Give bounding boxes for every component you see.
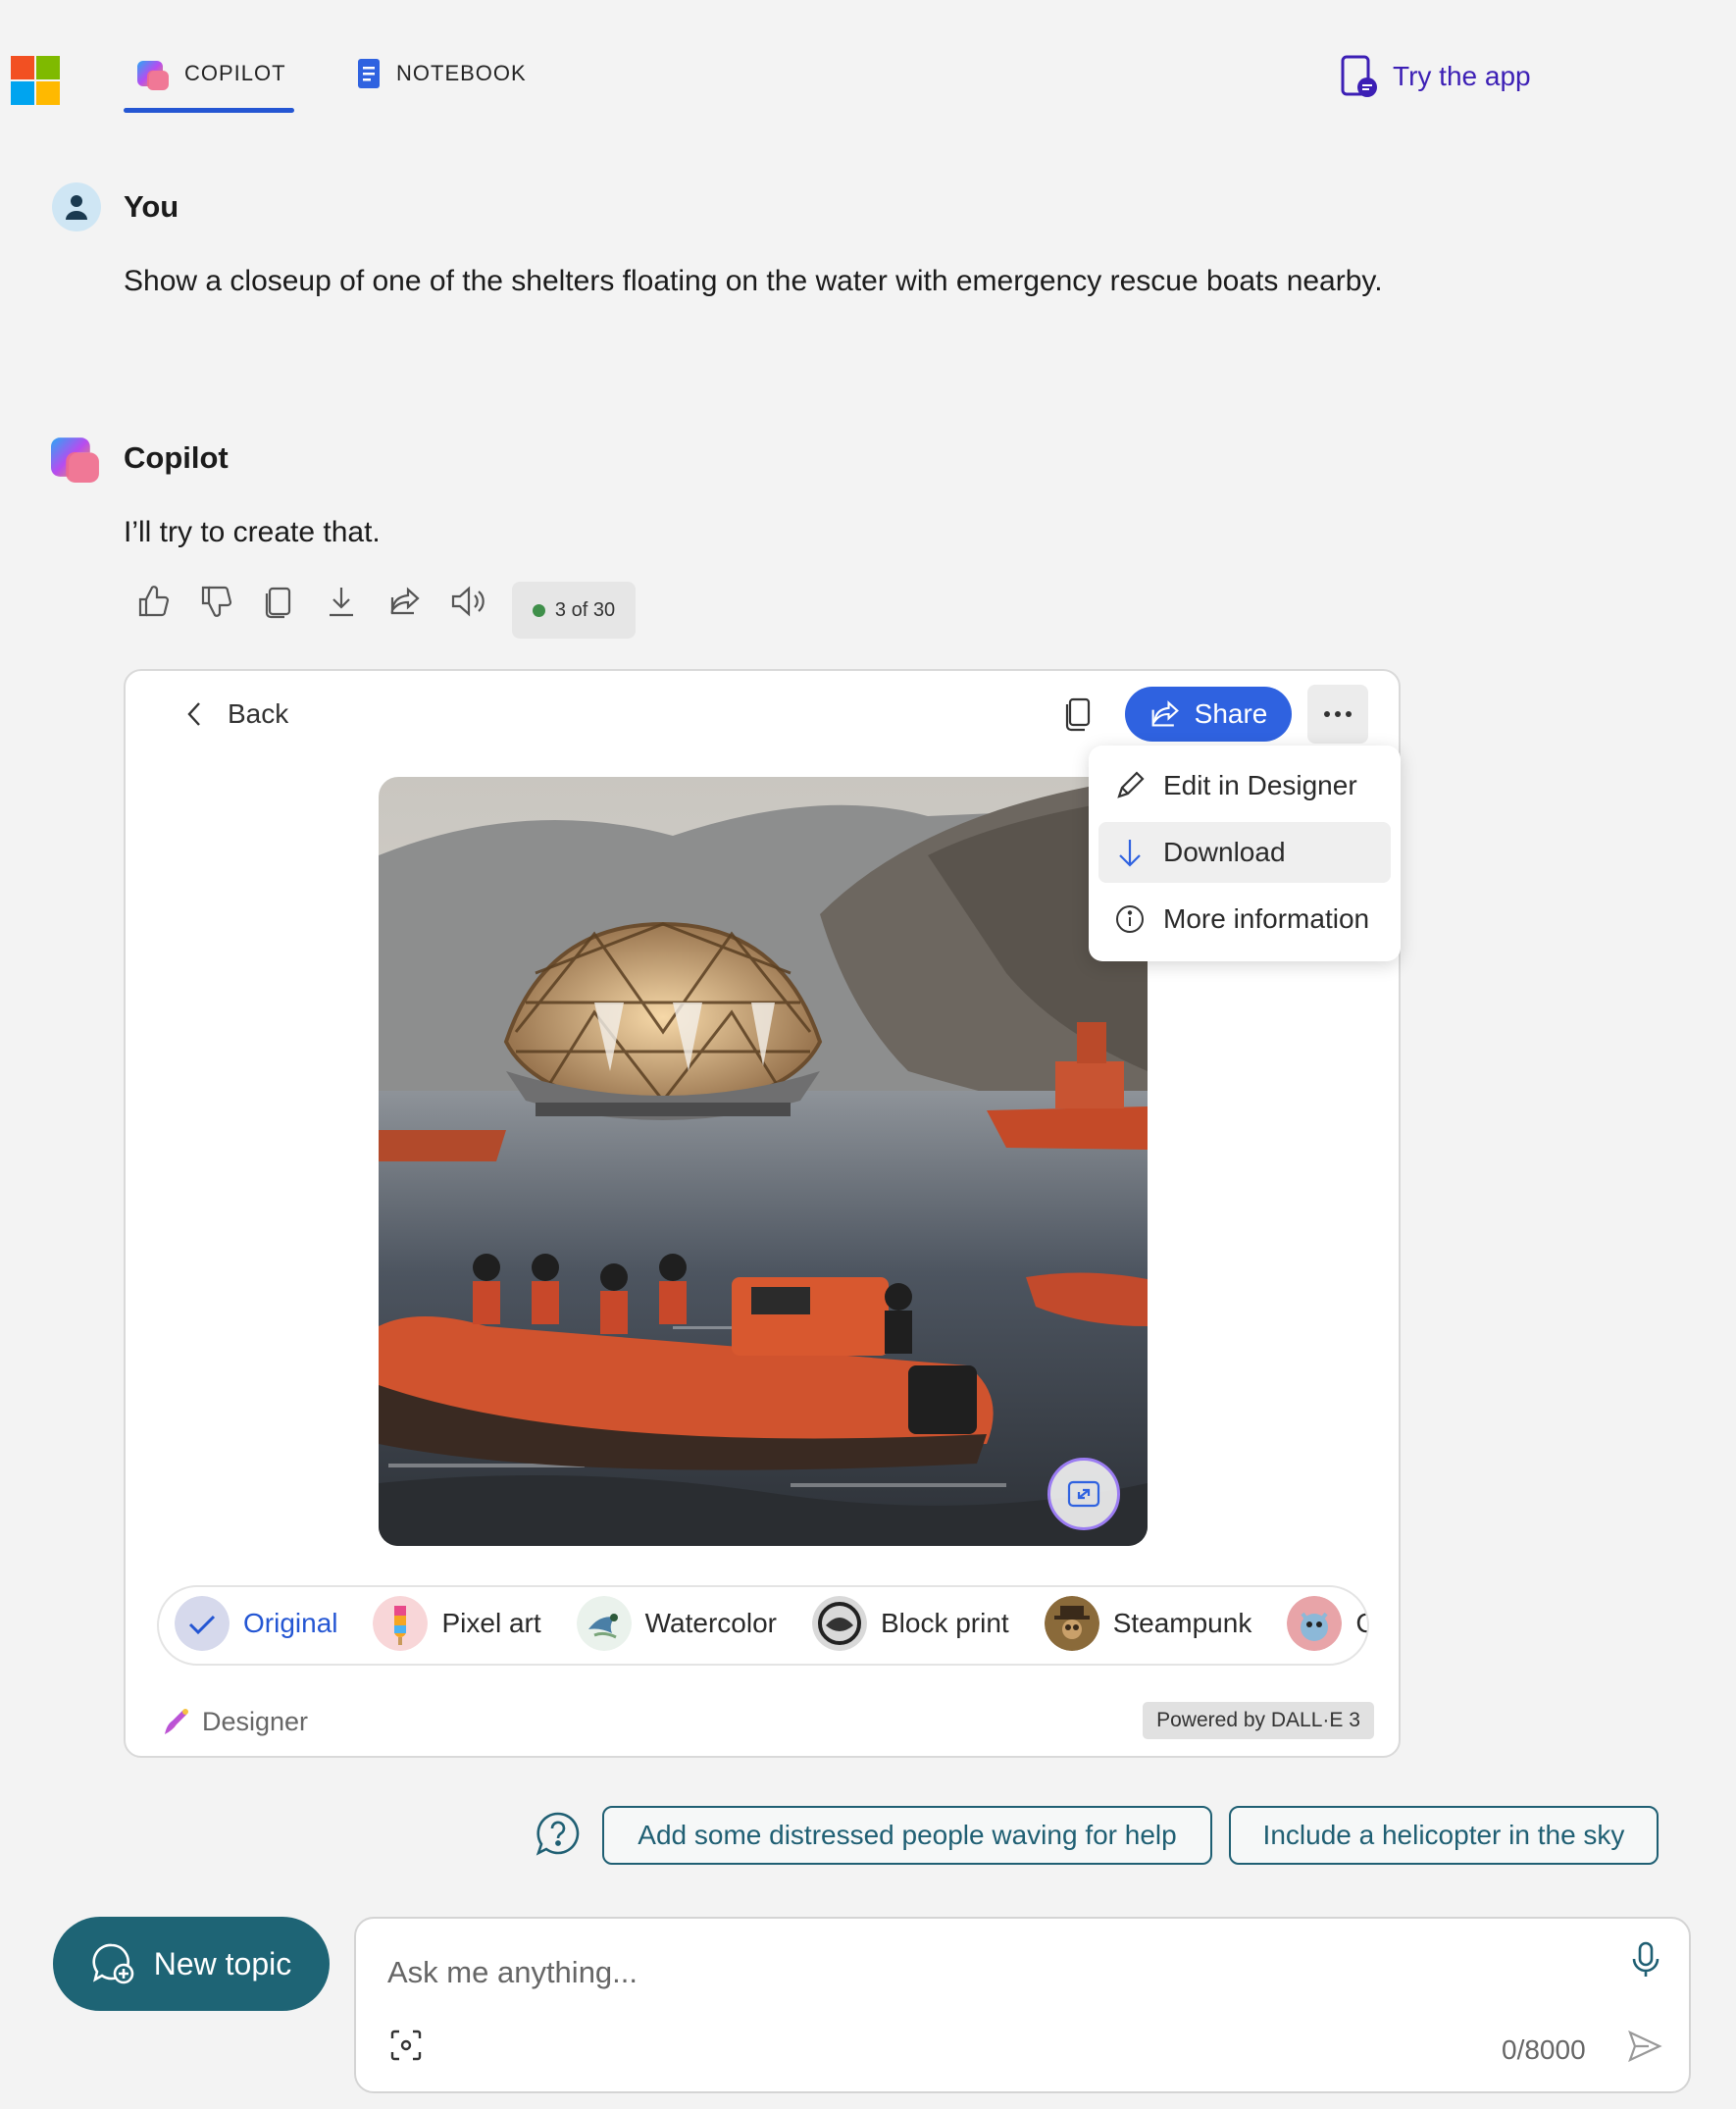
image-counter-label: 3 of 30 [554,598,616,621]
menu-item-label: Download [1163,837,1286,867]
style-label: Pixel art [441,1608,541,1638]
visual-search-icon[interactable] [389,2029,423,2062]
help-icon[interactable] [536,1811,581,1856]
style-chip-claymation[interactable]: Cla [1287,1596,1367,1651]
notebook-icon [355,57,383,90]
image-counter-badge: 3 of 30 [512,582,636,639]
style-selector: Original Pixel art Watercolor Block prin… [157,1585,1369,1666]
character-count: 0/8000 [1502,2034,1586,2065]
info-icon [1114,903,1146,935]
share-icon[interactable] [386,584,422,619]
style-chip-pixel-art[interactable]: Pixel art [373,1596,541,1651]
watercolor-thumbnail-icon [576,1596,632,1651]
suggestion-chip[interactable]: Add some distressed people waving for he… [602,1806,1212,1865]
style-label: Watercolor [644,1608,777,1638]
new-chat-icon [91,1941,136,1986]
thumbs-down-icon[interactable] [198,584,233,619]
style-chip-steampunk[interactable]: Steampunk [1044,1596,1252,1651]
share-icon [1149,699,1181,729]
checkmark-icon [175,1596,230,1651]
speaker-icon[interactable] [449,584,485,619]
chevron-left-icon [186,700,202,728]
copilot-sender-name: Copilot [124,440,229,475]
tab-notebook-label: NOTEBOOK [396,61,527,85]
block-print-thumbnail-icon [811,1596,867,1651]
menu-item-download[interactable]: Download [1098,822,1391,883]
style-label: Cla [1355,1608,1367,1639]
pixel-art-thumbnail-icon [373,1596,429,1651]
copy-icon[interactable] [261,584,296,619]
clay-thumbnail-icon [1287,1596,1343,1651]
suggestion-chip[interactable]: Include a helicopter in the sky [1229,1806,1659,1865]
style-label: Original [243,1608,338,1638]
style-label: Steampunk [1112,1608,1252,1638]
style-label: Block print [880,1608,1009,1638]
tab-copilot[interactable]: COPILOT [137,57,286,90]
menu-item-more-information[interactable]: More information [1098,889,1391,950]
copy-image-icon[interactable] [1063,696,1093,732]
copilot-icon [137,57,171,90]
share-label: Share [1194,698,1268,729]
expand-icon [1067,1480,1100,1508]
user-message-text: Show a closeup of one of the shelters fl… [124,265,1383,297]
share-button[interactable]: Share [1125,687,1292,742]
designer-link[interactable]: Designer [159,1705,308,1738]
try-the-app-link[interactable]: Try the app [1340,54,1531,99]
thumbs-up-icon[interactable] [135,584,171,619]
microphone-icon[interactable] [1631,1940,1660,1980]
style-chip-original[interactable]: Original [175,1596,337,1651]
status-dot [532,603,545,617]
pencil-icon [1114,770,1146,801]
copilot-message-text: I’ll try to create that. [124,516,381,548]
download-arrow-icon [1114,837,1146,868]
designer-label: Designer [202,1706,309,1736]
designer-logo-icon [159,1705,192,1738]
powered-by-badge: Powered by DALL·E 3 [1143,1702,1374,1739]
microsoft-logo[interactable] [11,56,60,105]
tab-notebook[interactable]: NOTEBOOK [355,57,527,90]
new-topic-label: New topic [153,1945,292,1981]
phone-chat-icon [1340,54,1379,99]
style-chip-watercolor[interactable]: Watercolor [576,1596,777,1651]
menu-item-label: More information [1163,903,1370,934]
tab-copilot-label: COPILOT [184,61,286,85]
chat-input[interactable] [385,1944,1566,2001]
tab-selected-indicator [124,108,294,113]
copilot-avatar-icon [51,432,102,483]
more-options-button[interactable] [1307,685,1368,744]
steampunk-thumbnail-icon [1044,1596,1099,1651]
message-actions [135,584,485,619]
person-icon [66,195,87,220]
download-icon[interactable] [324,584,359,619]
new-topic-button[interactable]: New topic [53,1917,330,2011]
back-label: Back [228,698,289,729]
menu-item-edit-in-designer[interactable]: Edit in Designer [1098,755,1391,816]
more-options-menu: Edit in Designer Download More informati… [1089,746,1401,961]
composer: 0/8000 [354,1917,1691,2093]
generated-image[interactable] [379,777,1148,1546]
user-avatar [52,182,101,231]
expand-image-button[interactable] [1047,1458,1120,1530]
style-chip-block-print[interactable]: Block print [811,1596,1009,1651]
user-sender-name: You [124,189,179,224]
send-icon[interactable] [1627,2029,1662,2064]
try-the-app-label: Try the app [1393,61,1531,91]
ellipsis-icon [1324,711,1352,717]
back-button[interactable]: Back [186,698,288,730]
menu-item-label: Edit in Designer [1163,770,1357,800]
